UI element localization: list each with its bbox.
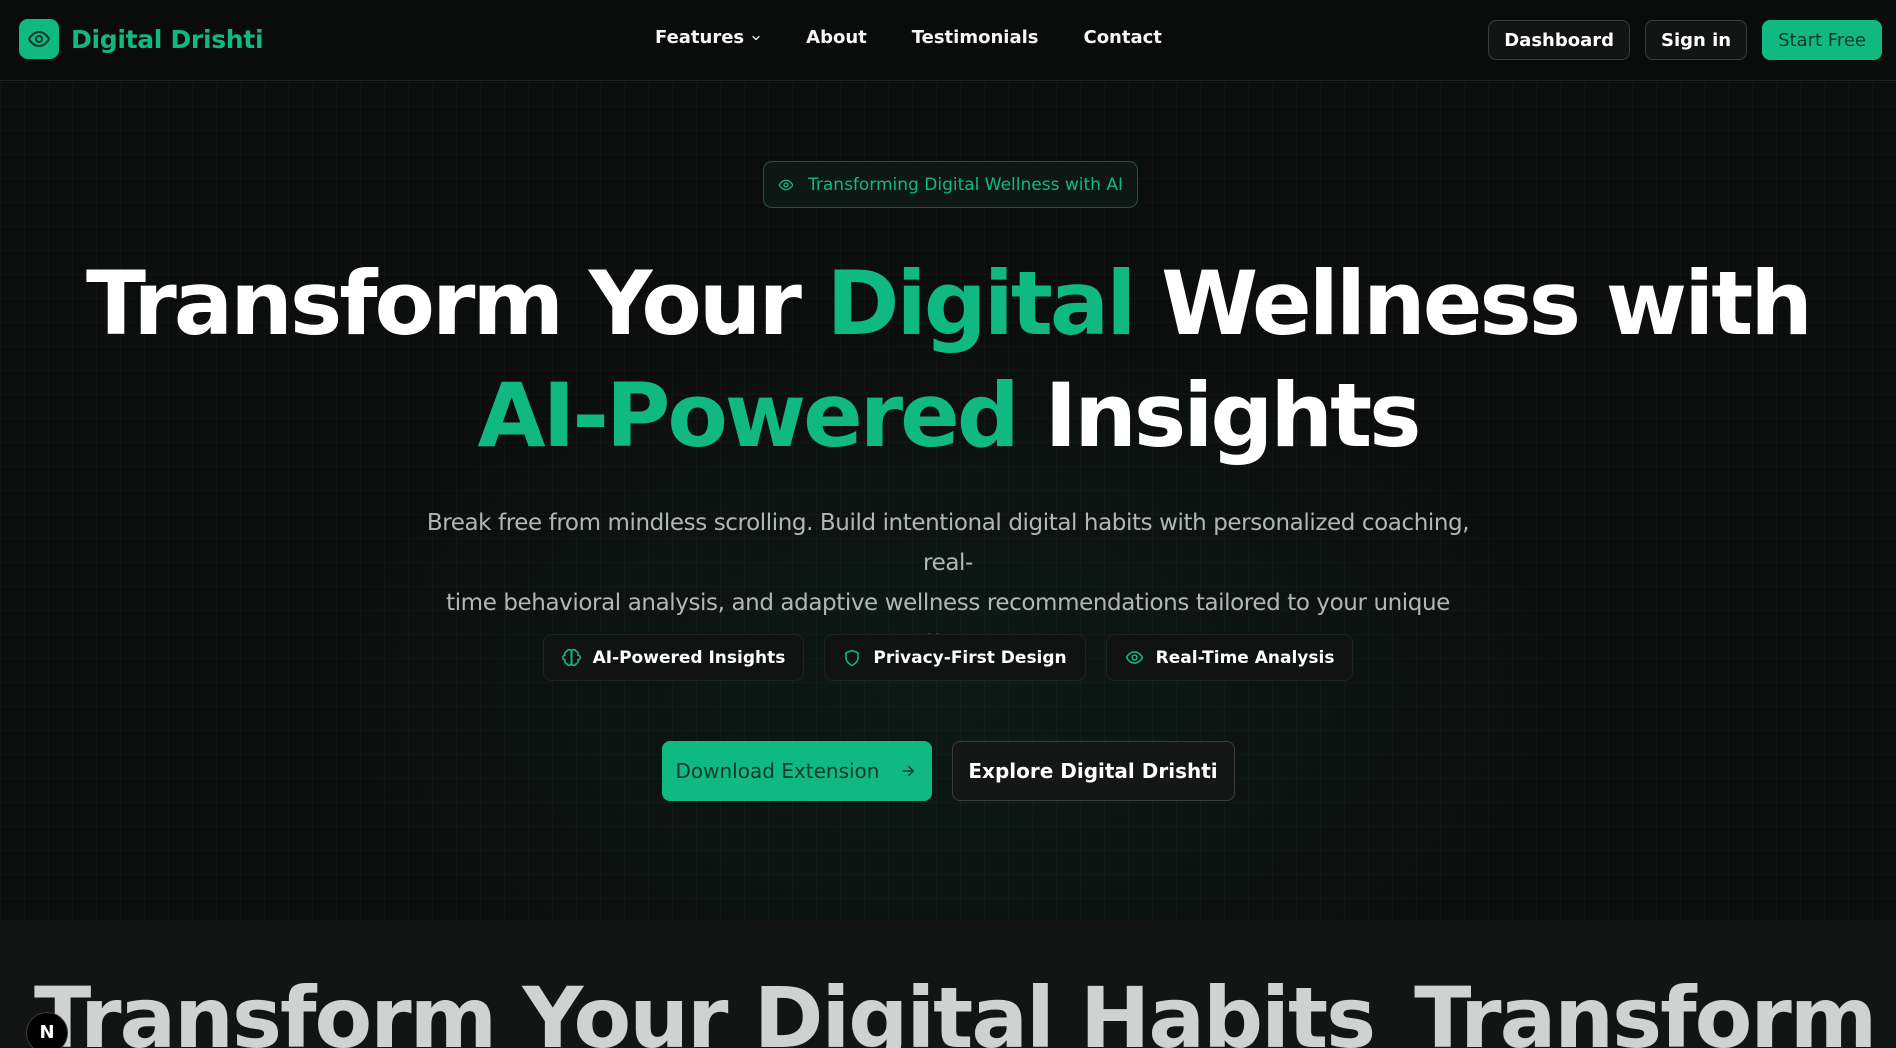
header-actions: Dashboard Sign in Start Free	[1488, 20, 1882, 60]
chip-label: Privacy-First Design	[873, 647, 1067, 668]
nextjs-dev-badge[interactable]: N	[26, 1012, 68, 1048]
dashboard-button[interactable]: Dashboard	[1488, 20, 1631, 60]
subtitle-line: Break free from mindless scrolling. Buil…	[426, 510, 1470, 576]
marquee-item: Transform Your Digital Habits	[1414, 969, 1896, 1048]
announcement-text: Transforming Digital Wellness with AI	[808, 174, 1123, 195]
cta-label: Download Extension	[675, 759, 880, 783]
main-nav: Features About Testimonials Contact	[655, 27, 1162, 48]
eye-icon	[778, 179, 794, 190]
nav-features-dropdown[interactable]: Features	[655, 27, 762, 48]
chevron-down-icon	[752, 35, 760, 40]
chip-realtime: Real-Time Analysis	[1105, 634, 1354, 681]
eye-icon	[1125, 651, 1143, 664]
badge-letter: N	[39, 1022, 55, 1043]
announcement-pill: Transforming Digital Wellness with AI	[763, 161, 1138, 208]
sign-in-button[interactable]: Sign in	[1645, 20, 1748, 60]
chip-label: Real-Time Analysis	[1155, 647, 1335, 668]
nav-testimonials-link[interactable]: Testimonials	[912, 27, 1039, 48]
nav-contact-link[interactable]: Contact	[1083, 27, 1161, 48]
page: Digital Drishti Features About Testimoni…	[0, 0, 1896, 1048]
top-navbar: Digital Drishti Features About Testimoni…	[0, 0, 1896, 81]
brain-icon	[561, 648, 581, 667]
headline-highlight: AI-Powered	[477, 364, 1019, 467]
headline-part: Insights	[1016, 364, 1421, 467]
chip-ai-insights: AI-Powered Insights	[542, 634, 805, 681]
hero-headline: Transform Your Digital Wellness with AI-…	[0, 248, 1896, 472]
logo-link[interactable]: Digital Drishti	[19, 19, 264, 59]
arrow-right-icon	[902, 765, 915, 777]
cta-label: Explore Digital Drishti	[968, 759, 1218, 783]
marquee-item: Transform Your Digital Habits	[34, 969, 1376, 1048]
headline-part: Wellness with	[1133, 252, 1813, 355]
chip-label: AI-Powered Insights	[592, 647, 786, 668]
shield-icon	[845, 649, 860, 666]
feature-chips: AI-Powered Insights Privacy-First Design…	[0, 634, 1896, 681]
eye-icon	[19, 19, 59, 59]
marquee-banner: Transform Your Digital Habits Transform …	[0, 920, 1896, 1048]
chip-privacy: Privacy-First Design	[824, 634, 1086, 681]
headline-highlight: Digital	[826, 252, 1136, 355]
hero-ctas: Download Extension Explore Digital Drish…	[0, 741, 1896, 801]
brand-name: Digital Drishti	[71, 24, 264, 54]
download-extension-button[interactable]: Download Extension	[661, 741, 932, 801]
nav-about-link[interactable]: About	[806, 27, 867, 48]
marquee-track: Transform Your Digital Habits Transform …	[34, 968, 1896, 1048]
explore-button[interactable]: Explore Digital Drishti	[951, 741, 1235, 801]
nav-features-label: Features	[655, 27, 745, 48]
headline-part: Transform Your	[86, 252, 827, 355]
start-free-button[interactable]: Start Free	[1762, 20, 1882, 60]
